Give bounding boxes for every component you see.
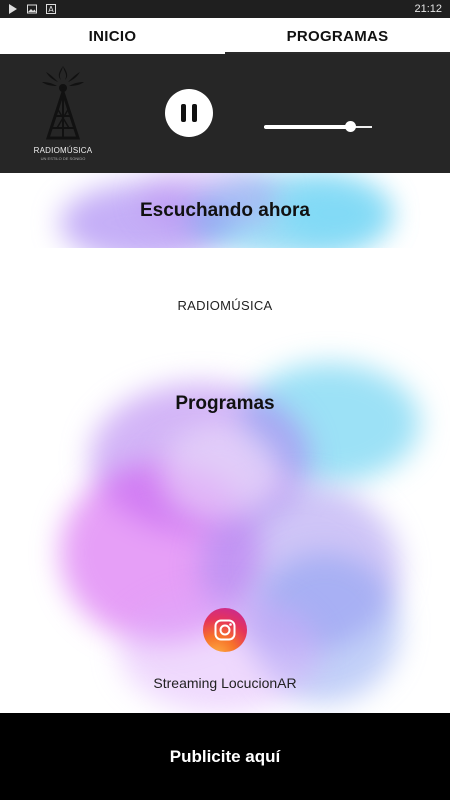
antenna-logo-icon <box>42 66 84 140</box>
advertise-banner[interactable]: Publicite aquí <box>0 713 450 800</box>
volume-fill <box>264 125 351 129</box>
now-playing-title: Escuchando ahora <box>140 200 310 221</box>
program-item-label[interactable]: Streaming LocucionAR <box>0 675 450 691</box>
tab-programas[interactable]: PROGRAMAS <box>225 18 450 54</box>
text-a-icon: A <box>46 4 56 14</box>
advertise-label: Publicite aquí <box>169 746 281 766</box>
pause-icon-bar-left <box>181 104 186 122</box>
tab-bar: INICIO PROGRAMAS <box>0 18 450 54</box>
pause-button[interactable] <box>165 89 213 137</box>
logo-text: RADIOMÚSICA <box>33 146 93 155</box>
logo-subtext: UN ESTILO DE SONIDO <box>40 156 86 161</box>
instagram-button[interactable] <box>203 608 247 652</box>
station-logo: RADIOMÚSICA UN ESTILO DE SONIDO <box>28 64 98 164</box>
status-icons: A <box>8 4 56 14</box>
status-time: 21:12 <box>414 3 442 15</box>
main-content: Escuchando ahora RADIOMÚSICA Programas S… <box>0 173 450 713</box>
programs-title: Programas <box>175 393 275 414</box>
instagram-icon <box>214 619 236 641</box>
tab-inicio[interactable]: INICIO <box>0 18 225 54</box>
player-bar: RADIOMÚSICA UN ESTILO DE SONIDO <box>0 54 450 173</box>
volume-slider-thumb[interactable] <box>345 121 357 132</box>
status-bar: A 21:12 <box>0 0 450 18</box>
svg-text:A: A <box>48 5 54 14</box>
image-icon <box>27 4 37 14</box>
play-store-icon <box>9 4 17 14</box>
station-name: RADIOMÚSICA <box>177 298 273 313</box>
pause-icon-bar-right <box>192 104 197 122</box>
